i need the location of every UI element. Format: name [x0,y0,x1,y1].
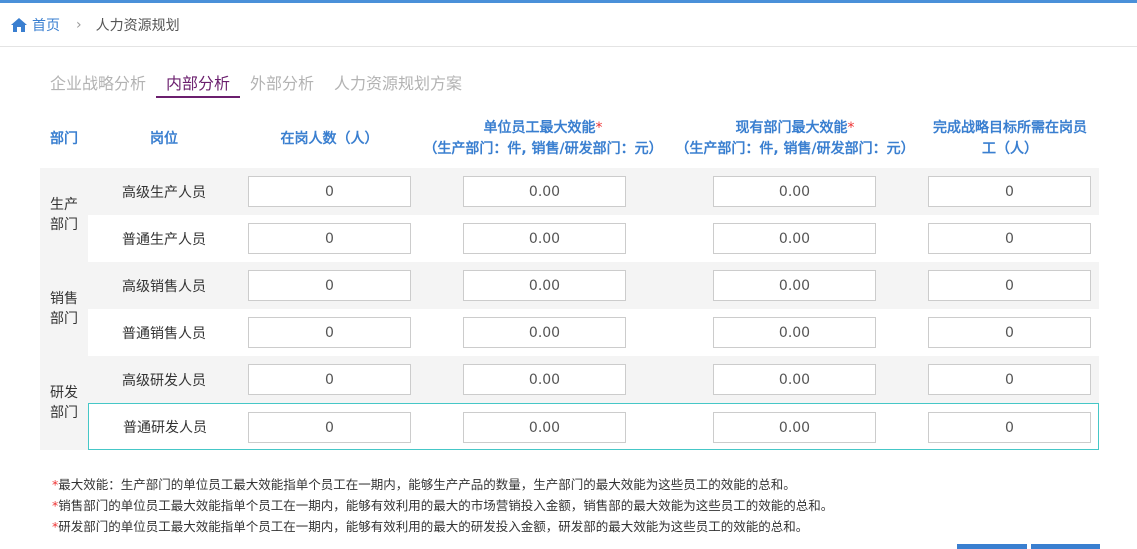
header-unit-efficiency-sub: （生产部门：件, 销售/研发部门：元） [423,141,663,157]
dept-sales-l1: 销售 [50,291,78,307]
note-line: *销售部门的单位员工最大效能指单个员工在一期内，能够有效利用的最大的市场营销投入… [52,495,833,516]
needed-staff-input[interactable] [928,270,1091,301]
table-row: 普通销售人员 [88,309,1099,356]
header-dept: 部门 [50,131,78,147]
header-staff: 在岗人数（人） [280,131,379,147]
dept-efficiency-input[interactable] [713,364,876,395]
header-dept-efficiency: 现有部门最大效能* （生产部门：件, 销售/研发部门：元） [670,118,920,160]
breadcrumb-home-label: 首页 [32,17,60,34]
position-label: 普通生产人员 [122,231,206,248]
needed-staff-input[interactable] [928,317,1091,348]
dept-sales-l2: 部门 [50,311,78,327]
position-label: 普通销售人员 [122,325,206,342]
breadcrumb: 首页 › 人力资源规划 [0,3,1137,47]
header-unit-efficiency: 单位员工最大效能* （生产部门：件, 销售/研发部门：元） [418,118,668,160]
staff-count-input[interactable] [248,412,411,443]
required-mark: * [847,120,855,136]
note-line: *研发部门的单位员工最大效能指单个员工在一期内，能够有效利用的最大的研发投入金额… [52,516,833,537]
dept-rnd: 研发 部门 [40,356,88,450]
home-icon [11,17,27,32]
header-needed-staff: 完成战略目标所需在岗员 工（人） [925,118,1095,160]
header-unit-efficiency-title: 单位员工最大效能 [483,120,596,136]
dept-efficiency-input[interactable] [713,270,876,301]
table-row: 高级研发人员 [88,356,1099,403]
action-button[interactable] [957,544,1027,549]
position-label: 普通研发人员 [123,419,207,436]
tab-external-analysis[interactable]: 外部分析 [240,66,324,98]
note-line: *最大效能：生产部门的单位员工最大效能指单个员工在一期内，能够生产产品的数量，生… [52,474,833,495]
position-label: 高级生产人员 [122,184,206,201]
table-row: 普通生产人员 [88,215,1099,262]
position-label: 高级销售人员 [122,278,206,295]
staff-count-input[interactable] [248,176,411,207]
tab-strategy-analysis[interactable]: 企业战略分析 [50,66,156,98]
table-row: 高级销售人员 [88,262,1099,309]
dept-efficiency-input[interactable] [713,412,876,443]
dept-efficiency-input[interactable] [713,317,876,348]
unit-efficiency-input[interactable] [463,317,626,348]
tab-hr-plan[interactable]: 人力资源规划方案 [324,66,472,98]
header-dept-efficiency-sub: （生产部门：件, 销售/研发部门：元） [675,141,915,157]
action-button[interactable] [1031,544,1100,549]
header-needed-line2: 工（人） [982,141,1038,157]
unit-efficiency-input[interactable] [463,364,626,395]
unit-efficiency-input[interactable] [463,270,626,301]
breadcrumb-home-link[interactable]: 首页 [10,15,60,35]
unit-efficiency-input[interactable] [463,176,626,207]
note-text: 最大效能：生产部门的单位员工最大效能指单个员工在一期内，能够生产产品的数量，生产… [58,477,796,492]
dept-rnd-l1: 研发 [50,385,78,401]
table-row-selected: 普通研发人员 [88,403,1099,450]
header-needed-line1: 完成战略目标所需在岗员 [933,120,1087,136]
breadcrumb-current: 人力资源规划 [95,17,180,34]
header-position: 岗位 [150,131,178,147]
needed-staff-input[interactable] [928,223,1091,254]
staff-count-input[interactable] [248,364,411,395]
notes: *最大效能：生产部门的单位员工最大效能指单个员工在一期内，能够生产产品的数量，生… [52,474,833,537]
needed-staff-input[interactable] [928,176,1091,207]
needed-staff-input[interactable] [928,364,1091,395]
dept-efficiency-input[interactable] [713,223,876,254]
header-dept-efficiency-title: 现有部门最大效能 [735,120,848,136]
dept-production-l2: 部门 [50,217,78,233]
required-mark: * [595,120,603,136]
tab-bar: 企业战略分析 内部分析 外部分析 人力资源规划方案 [50,66,472,98]
dept-production: 生产 部门 [40,168,88,262]
position-label: 高级研发人员 [122,372,206,389]
table-row: 高级生产人员 [88,168,1099,215]
dept-rnd-l2: 部门 [50,405,78,421]
chevron-right-icon: › [76,16,82,33]
staff-count-input[interactable] [248,317,411,348]
staff-count-input[interactable] [248,223,411,254]
note-text: 研发部门的单位员工最大效能指单个员工在一期内，能够有效利用的最大的研发投入金额，… [58,519,809,534]
unit-efficiency-input[interactable] [463,412,626,443]
dept-efficiency-input[interactable] [713,176,876,207]
tab-internal-analysis[interactable]: 内部分析 [156,66,241,98]
staff-count-input[interactable] [248,270,411,301]
dept-sales: 销售 部门 [40,262,88,356]
unit-efficiency-input[interactable] [463,223,626,254]
dept-production-l1: 生产 [50,197,78,213]
needed-staff-input[interactable] [928,412,1091,443]
note-text: 销售部门的单位员工最大效能指单个员工在一期内，能够有效利用的最大的市场营销投入金… [58,498,834,513]
